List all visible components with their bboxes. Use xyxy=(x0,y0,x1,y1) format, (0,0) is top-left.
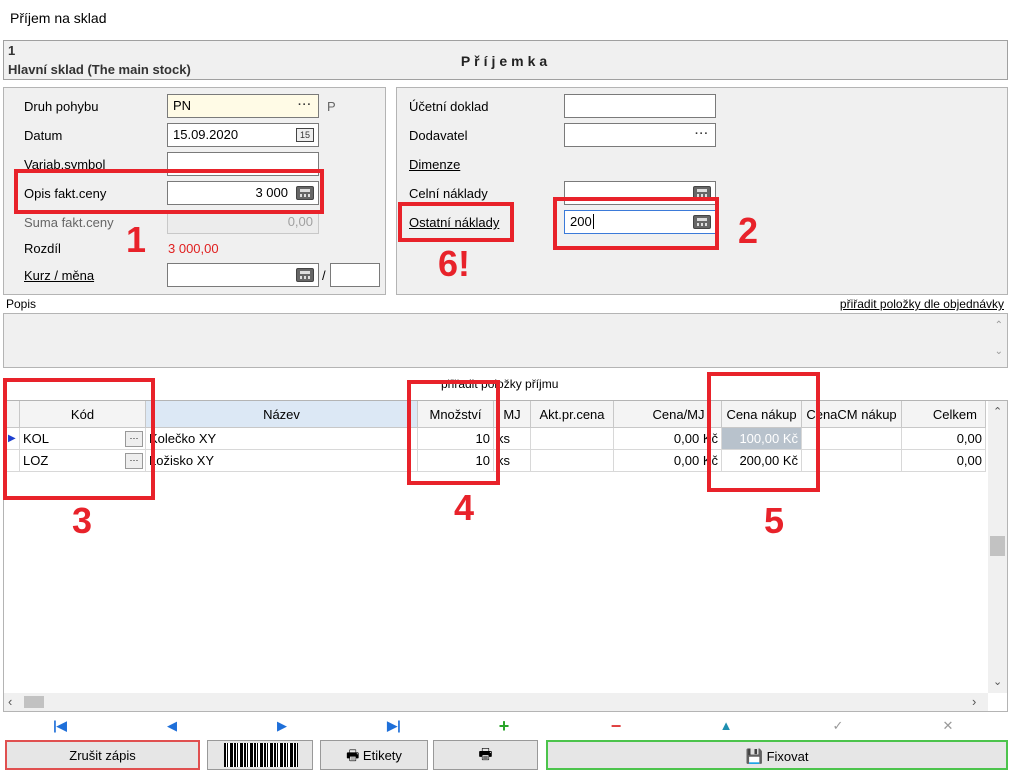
annotation-number-3: 3 xyxy=(72,500,93,541)
rozdil-value: 3 000,00 xyxy=(168,241,219,256)
col-nazev[interactable]: Název xyxy=(146,401,418,428)
cell-nazev[interactable]: Kolečko XY xyxy=(146,428,418,450)
cell-nazev[interactable]: Ložisko XY xyxy=(146,450,418,472)
assign-from-order-link[interactable]: přiřadit položky dle objednávky xyxy=(840,297,1004,311)
cancel-record-button[interactable]: Zrušit zápis xyxy=(5,740,200,770)
rozdil-label: Rozdíl xyxy=(24,241,61,256)
first-record-icon[interactable]: |◀ xyxy=(45,714,75,738)
scrollbar-thumb[interactable] xyxy=(24,696,44,708)
record-navigator: |◀ ◀ ▶ ▶| + − ▲ ✓ ✕ xyxy=(3,714,1008,738)
annotation-box-2 xyxy=(553,197,719,250)
suma-fakt-ceny-label: Suma fakt.ceny xyxy=(24,215,114,230)
druh-pohybu-field[interactable]: PN ··· xyxy=(167,94,319,118)
fix-button-label: Fixovat xyxy=(766,749,809,764)
scroll-down-icon[interactable]: ⌄ xyxy=(993,675,1002,688)
dodavatel-label: Dodavatel xyxy=(409,128,468,143)
celni-naklady-label: Celní náklady xyxy=(409,186,488,201)
col-celkem[interactable]: Celkem xyxy=(902,401,986,428)
window-title: Příjem na sklad xyxy=(10,10,107,26)
cell-cena-mj[interactable]: 0,00 Kč xyxy=(614,428,722,450)
add-record-icon[interactable]: + xyxy=(489,714,519,738)
barcode-button[interactable] xyxy=(207,740,313,770)
datum-field[interactable]: 15.09.2020 15 xyxy=(167,123,319,147)
delete-record-icon[interactable]: − xyxy=(601,714,631,738)
cell-celkem[interactable]: 0,00 xyxy=(902,428,986,450)
horizontal-scrollbar[interactable]: ‹ › xyxy=(4,693,988,711)
ucetni-doklad-field[interactable] xyxy=(564,94,716,118)
barcode-icon xyxy=(224,743,298,767)
popis-memo[interactable]: ⌃ ⌄ xyxy=(3,313,1008,368)
labels-button-label: Etikety xyxy=(362,748,402,763)
scrollbar-thumb[interactable] xyxy=(990,536,1005,556)
annotation-box-4 xyxy=(407,380,500,485)
cell-akt-pr-cena[interactable] xyxy=(531,428,614,450)
cell-akt-pr-cena[interactable] xyxy=(531,450,614,472)
druh-pohybu-label: Druh pohybu xyxy=(24,99,99,114)
cancel-edit-icon[interactable]: ✕ xyxy=(933,714,963,738)
calendar-icon[interactable]: 15 xyxy=(296,128,314,142)
printer-icon: 🖶 xyxy=(478,746,493,763)
print-button[interactable]: 🖶 xyxy=(433,740,538,770)
annotation-box-5 xyxy=(707,372,820,492)
col-akt-pr-cena[interactable]: Akt.pr.cena xyxy=(531,401,614,428)
cell-celkem[interactable]: 0,00 xyxy=(902,450,986,472)
calculator-icon[interactable] xyxy=(296,268,314,282)
kurz-field[interactable] xyxy=(167,263,319,287)
scroll-right-icon[interactable]: › xyxy=(972,694,976,709)
edit-record-icon[interactable]: ▲ xyxy=(711,714,741,738)
annotation-box-6 xyxy=(398,202,514,242)
annotation-number-6: 6! xyxy=(438,243,471,284)
annotation-number-5: 5 xyxy=(764,500,785,541)
scroll-up-icon[interactable]: ⌃ xyxy=(995,320,1003,331)
scroll-left-icon[interactable]: ‹ xyxy=(8,694,12,709)
labels-button[interactable]: 🖶 Etikety xyxy=(320,740,428,770)
dodavatel-field[interactable]: ··· xyxy=(564,123,716,147)
annotation-number-4: 4 xyxy=(454,487,475,528)
document-title: Příjemka xyxy=(460,53,552,69)
druh-pohybu-code: P xyxy=(327,99,336,114)
ellipsis-icon[interactable]: ··· xyxy=(296,99,314,113)
ucetni-doklad-label: Účetní doklad xyxy=(409,99,489,114)
kurz-separator: / xyxy=(322,268,326,283)
last-record-icon[interactable]: ▶| xyxy=(379,714,409,738)
post-record-icon[interactable]: ✓ xyxy=(823,714,853,738)
ellipsis-icon[interactable]: ··· xyxy=(693,128,711,142)
col-cena-mj[interactable]: Cena/MJ xyxy=(614,401,722,428)
fix-button[interactable]: 💾 Fixovat xyxy=(546,740,1008,770)
scroll-down-icon[interactable]: ⌄ xyxy=(995,346,1003,357)
prev-record-icon[interactable]: ◀ xyxy=(157,714,187,738)
datum-label: Datum xyxy=(24,128,63,143)
dimenze-link[interactable]: Dimenze xyxy=(409,157,460,172)
next-record-icon[interactable]: ▶ xyxy=(267,714,297,738)
cell-cena-mj[interactable]: 0,00 Kč xyxy=(614,450,722,472)
scroll-up-icon[interactable]: ⌃ xyxy=(993,405,1002,418)
printer-icon: 🖶 xyxy=(346,747,360,763)
annotation-number-2: 2 xyxy=(738,210,759,251)
popis-label: Popis xyxy=(6,297,37,311)
mena-field[interactable] xyxy=(330,263,380,287)
kurz-mena-link[interactable]: Kurz / měna xyxy=(24,268,94,283)
annotation-box-3 xyxy=(3,378,155,500)
vertical-scrollbar[interactable]: ⌃ ⌄ xyxy=(988,401,1007,693)
save-icon: 💾 xyxy=(745,748,763,764)
annotation-number-1: 1 xyxy=(126,219,147,260)
annotation-box-1 xyxy=(14,169,324,214)
